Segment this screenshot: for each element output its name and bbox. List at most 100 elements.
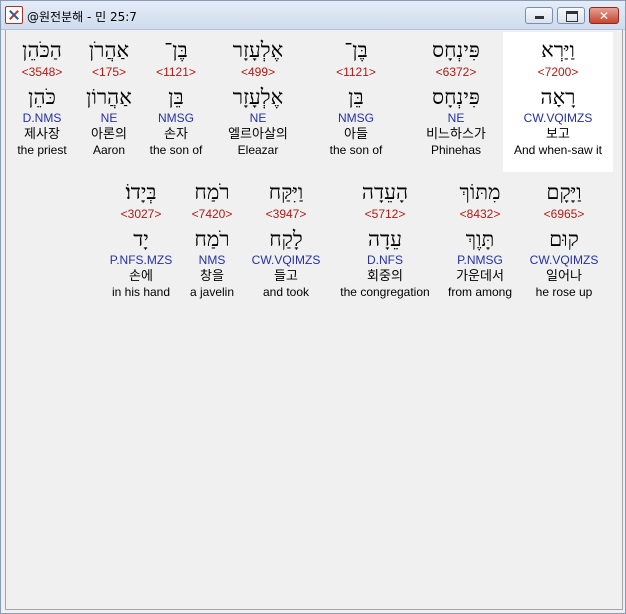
close-icon: ✕	[599, 9, 610, 23]
app-icon[interactable]	[5, 6, 23, 24]
word-column[interactable]: וַיָּקָם <6965> קוּם CW.VQIMZS 일어나 he ro…	[522, 178, 606, 300]
english-gloss: Eleazar	[237, 143, 279, 157]
interlinear-panel[interactable]: וַיַּרְא <7200> רָאָה CW.VQIMZS 보고 And w…	[5, 30, 623, 610]
hebrew-word: וַיַּרְא	[541, 38, 575, 62]
korean-gloss: 아론의	[91, 127, 127, 142]
word-column[interactable]: אַהֲרֹן <175> אַהֲרוֹן NE 아론의 Aaron	[78, 36, 140, 158]
lemma: אֶלְעָזָר	[232, 85, 284, 109]
strong-number[interactable]: <175>	[78, 64, 140, 80]
maximize-button[interactable]	[557, 7, 585, 24]
lemma: רֹמַח	[194, 227, 230, 251]
parsing-code: NE	[249, 111, 267, 125]
strong-number[interactable]: <499>	[210, 64, 306, 80]
hebrew-word: אַהֲרֹן	[88, 38, 130, 62]
word-column[interactable]: בֶּן־ <1121> בֵּן NMSG 손자 the son of	[144, 36, 208, 158]
parsing-code: D.NMS	[22, 111, 62, 125]
korean-gloss: 회중의	[367, 269, 403, 284]
strong-number[interactable]: <3947>	[244, 206, 328, 222]
hebrew-word: מִתּוֹךְ	[459, 180, 501, 204]
english-gloss: from among	[447, 285, 513, 299]
word-column[interactable]: בֶּן־ <1121> בֵּן NMSG 아들 the son of	[316, 36, 396, 158]
lemma: לָקַח	[269, 227, 303, 251]
word-column[interactable]: בְּיָדוֹ׃ <3027> יָד P.NFS.MZS 손에 in his…	[102, 178, 180, 300]
lemma: אַהֲרוֹן	[86, 85, 132, 109]
hebrew-word: בְּיָדוֹ׃	[125, 180, 157, 204]
word-column[interactable]: וַיִּקַּח <3947> לָקַח CW.VQIMZS 들고 and …	[244, 178, 328, 300]
english-gloss: a javelin	[189, 285, 235, 299]
word-column[interactable]: אֶלְעָזָר <499> אֶלְעָזָר NE 엘르아살의 Eleaz…	[210, 36, 306, 158]
lemma: רָאָה	[540, 85, 576, 109]
hebrew-word: פִּינְחָס	[432, 38, 480, 62]
hebrew-word: בֶּן־	[164, 38, 188, 62]
hebrew-word: וַיִּקַּח	[268, 180, 304, 204]
english-gloss: in his hand	[111, 285, 171, 299]
korean-gloss: 창을	[200, 269, 224, 284]
lemma: קוּם	[549, 227, 579, 251]
parsing-code: P.NFS.MZS	[109, 253, 173, 267]
english-gloss: he rose up	[535, 285, 593, 299]
strong-number[interactable]: <7420>	[182, 206, 242, 222]
english-gloss: the son of	[149, 143, 203, 157]
word-column[interactable]: רֹמַח <7420> רֹמַח NMS 창을 a javelin	[182, 178, 242, 300]
parsing-code: NE	[447, 111, 465, 125]
korean-gloss: 손에	[129, 269, 153, 284]
lemma: כֹּהֵן	[28, 85, 56, 109]
strong-number[interactable]: <1121>	[316, 64, 396, 80]
parsing-code: NMSG	[338, 111, 374, 125]
parsing-code: NE	[100, 111, 118, 125]
korean-gloss: 비느하스가	[426, 127, 486, 142]
close-button[interactable]: ✕	[589, 7, 619, 24]
strong-number[interactable]: <7200>	[503, 64, 613, 80]
korean-gloss: 들고	[274, 269, 298, 284]
minimize-icon	[535, 16, 544, 19]
strong-number[interactable]: <6372>	[406, 64, 506, 80]
word-column[interactable]: הַכֹּהֵן <3548> כֹּהֵן D.NMS 제사장 the pri…	[10, 36, 74, 158]
word-column[interactable]: פִּינְחָס <6372> פִּינְחָס NE 비느하스가 Phin…	[406, 36, 506, 158]
lemma: יָד	[133, 227, 149, 251]
parsing-code: CW.VQIMZS	[251, 253, 321, 267]
english-gloss: Phinehas	[430, 143, 482, 157]
korean-gloss: 일어나	[546, 269, 582, 284]
parsing-code: D.NFS	[367, 253, 403, 267]
hebrew-word: רֹמַח	[194, 180, 230, 204]
parsing-code: P.NMSG	[457, 253, 503, 267]
word-column[interactable]: הָעֵדָה <5712> עֵדָה D.NFS 회중의 the congr…	[332, 178, 438, 300]
strong-number[interactable]: <1121>	[144, 64, 208, 80]
maximize-icon	[566, 11, 578, 22]
lemma: עֵדָה	[367, 227, 403, 251]
english-gloss: the priest	[17, 143, 67, 157]
strong-number[interactable]: <3027>	[102, 206, 180, 222]
english-gloss: And when-saw it	[513, 143, 603, 157]
minimize-button[interactable]	[525, 7, 553, 24]
parsing-code: CW.VQIMZS	[529, 253, 599, 267]
lemma: פִּינְחָס	[432, 85, 480, 109]
korean-gloss: 손자	[164, 127, 188, 142]
english-gloss: Aaron	[92, 143, 126, 157]
word-column[interactable]: מִתּוֹךְ <8432> תָּוֶךְ P.NMSG 가운데서 from…	[442, 178, 518, 300]
hebrew-word: וַיָּקָם	[546, 180, 582, 204]
korean-gloss: 보고	[546, 127, 570, 142]
hebrew-word: הָעֵדָה	[361, 180, 409, 204]
hebrew-word: הַכֹּהֵן	[22, 38, 62, 62]
korean-gloss: 엘르아살의	[228, 127, 288, 142]
lemma: בֵּן	[348, 85, 364, 109]
hebrew-word: בֶּן־	[344, 38, 368, 62]
english-gloss: the son of	[329, 143, 383, 157]
parsing-code: NMS	[198, 253, 226, 267]
strong-number[interactable]: <5712>	[332, 206, 438, 222]
english-gloss: the congregation	[340, 285, 430, 299]
lemma: בֵּן	[168, 85, 184, 109]
hebrew-word: אֶלְעָזָר	[232, 38, 284, 62]
strong-number[interactable]: <3548>	[10, 64, 74, 80]
strong-number[interactable]: <8432>	[442, 206, 518, 222]
parsing-code: CW.VQIMZS	[523, 111, 593, 125]
strong-number[interactable]: <6965>	[522, 206, 606, 222]
lemma: תָּוֶךְ	[465, 227, 495, 251]
korean-gloss: 가운데서	[456, 269, 504, 284]
app-window: @원전분해 - 민 25:7 ✕ וַיַּרְא <7200> רָאָה C…	[0, 0, 626, 614]
parsing-code: NMSG	[158, 111, 194, 125]
title-bar[interactable]: @원전분해 - 민 25:7 ✕	[1, 1, 625, 30]
window-title: @원전분해 - 민 25:7	[27, 10, 137, 24]
word-column[interactable]: וַיַּרְא <7200> רָאָה CW.VQIMZS 보고 And w…	[503, 36, 613, 158]
english-gloss: and took	[262, 285, 310, 299]
